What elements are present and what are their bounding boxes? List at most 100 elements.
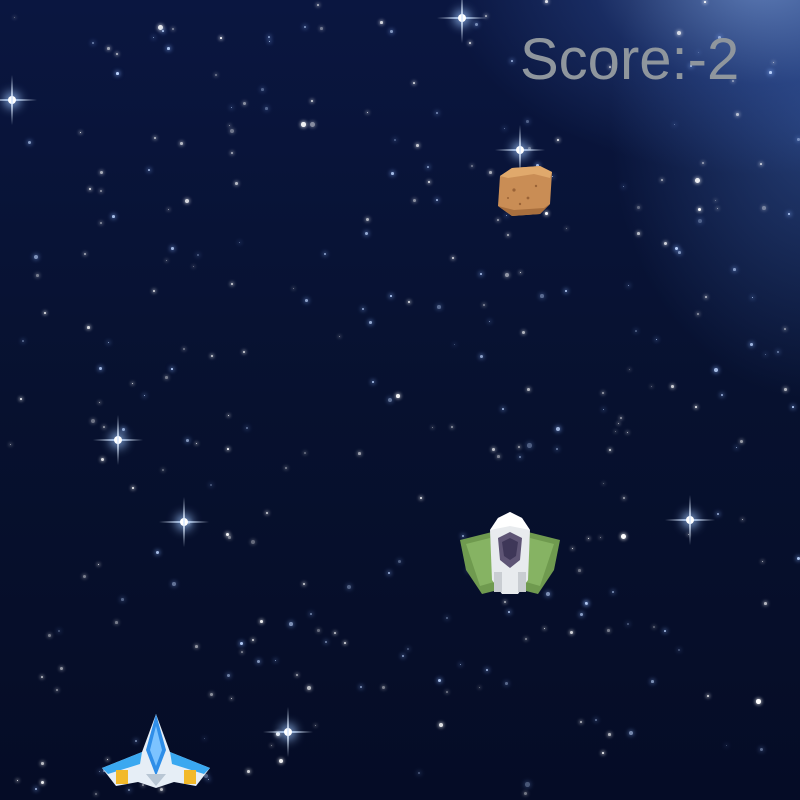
star — [602, 752, 604, 754]
star — [522, 331, 526, 335]
star — [246, 427, 248, 429]
star — [247, 770, 250, 773]
star — [637, 206, 640, 209]
star — [56, 689, 58, 691]
star — [486, 669, 489, 672]
star — [34, 255, 39, 260]
star — [210, 484, 213, 487]
star — [382, 686, 386, 690]
star — [358, 452, 361, 455]
star — [239, 242, 241, 244]
star — [391, 172, 394, 175]
star — [228, 415, 230, 417]
star — [752, 297, 754, 299]
star — [762, 561, 764, 563]
star — [325, 641, 327, 643]
star — [83, 575, 87, 579]
player-spaceship-icon[interactable] — [100, 712, 212, 790]
star — [235, 182, 238, 185]
star — [736, 447, 738, 449]
star — [402, 655, 405, 658]
star — [197, 254, 200, 257]
star — [240, 642, 243, 645]
star — [366, 218, 369, 221]
star — [95, 793, 97, 795]
star — [588, 538, 590, 540]
star — [469, 42, 471, 44]
star — [252, 639, 254, 641]
star — [172, 28, 174, 30]
star — [504, 601, 507, 604]
star — [436, 199, 438, 201]
star — [269, 41, 271, 43]
star — [764, 602, 767, 605]
star — [483, 304, 486, 307]
star — [698, 208, 701, 211]
star — [257, 660, 261, 664]
star — [167, 47, 170, 50]
star — [334, 632, 336, 634]
star — [301, 122, 306, 127]
star — [304, 452, 307, 455]
star — [100, 190, 103, 193]
star — [480, 273, 483, 276]
star — [777, 351, 780, 354]
score-display: Score:-2 — [520, 27, 740, 92]
star — [629, 369, 631, 371]
star — [41, 676, 43, 678]
star — [132, 487, 135, 490]
star — [271, 745, 273, 747]
star — [265, 107, 268, 110]
star — [185, 199, 189, 203]
star — [511, 60, 513, 62]
star — [733, 268, 736, 271]
star — [446, 691, 448, 693]
star — [84, 253, 86, 255]
star — [519, 456, 521, 458]
star — [36, 274, 39, 277]
star — [717, 208, 718, 209]
star — [603, 409, 605, 411]
star — [678, 251, 681, 254]
star — [479, 687, 481, 689]
star — [420, 497, 423, 500]
star — [231, 107, 233, 109]
star — [215, 74, 218, 77]
star — [180, 142, 183, 145]
star — [227, 448, 229, 450]
star — [623, 186, 625, 188]
star — [100, 171, 104, 175]
star — [475, 23, 479, 27]
star — [565, 290, 568, 293]
star — [762, 206, 766, 210]
star — [497, 455, 500, 458]
star — [603, 483, 605, 485]
game-canvas[interactable]: Score:-2 — [0, 0, 800, 800]
star — [183, 348, 186, 351]
star — [317, 4, 319, 6]
star — [80, 132, 82, 134]
star — [602, 392, 604, 394]
star — [797, 138, 800, 141]
star — [608, 733, 611, 736]
star — [525, 638, 527, 640]
star — [438, 679, 442, 683]
star — [91, 419, 96, 424]
star — [578, 569, 581, 572]
star — [428, 181, 431, 184]
star — [678, 649, 681, 652]
star — [35, 788, 38, 791]
star — [620, 417, 623, 420]
star — [243, 351, 245, 353]
star — [721, 394, 723, 396]
star — [736, 113, 739, 116]
star — [362, 308, 365, 311]
star — [637, 232, 640, 235]
star — [171, 368, 173, 370]
star — [742, 519, 744, 521]
star — [210, 693, 213, 696]
star — [566, 228, 568, 230]
star — [609, 449, 612, 452]
star — [162, 469, 164, 471]
star — [28, 141, 31, 144]
